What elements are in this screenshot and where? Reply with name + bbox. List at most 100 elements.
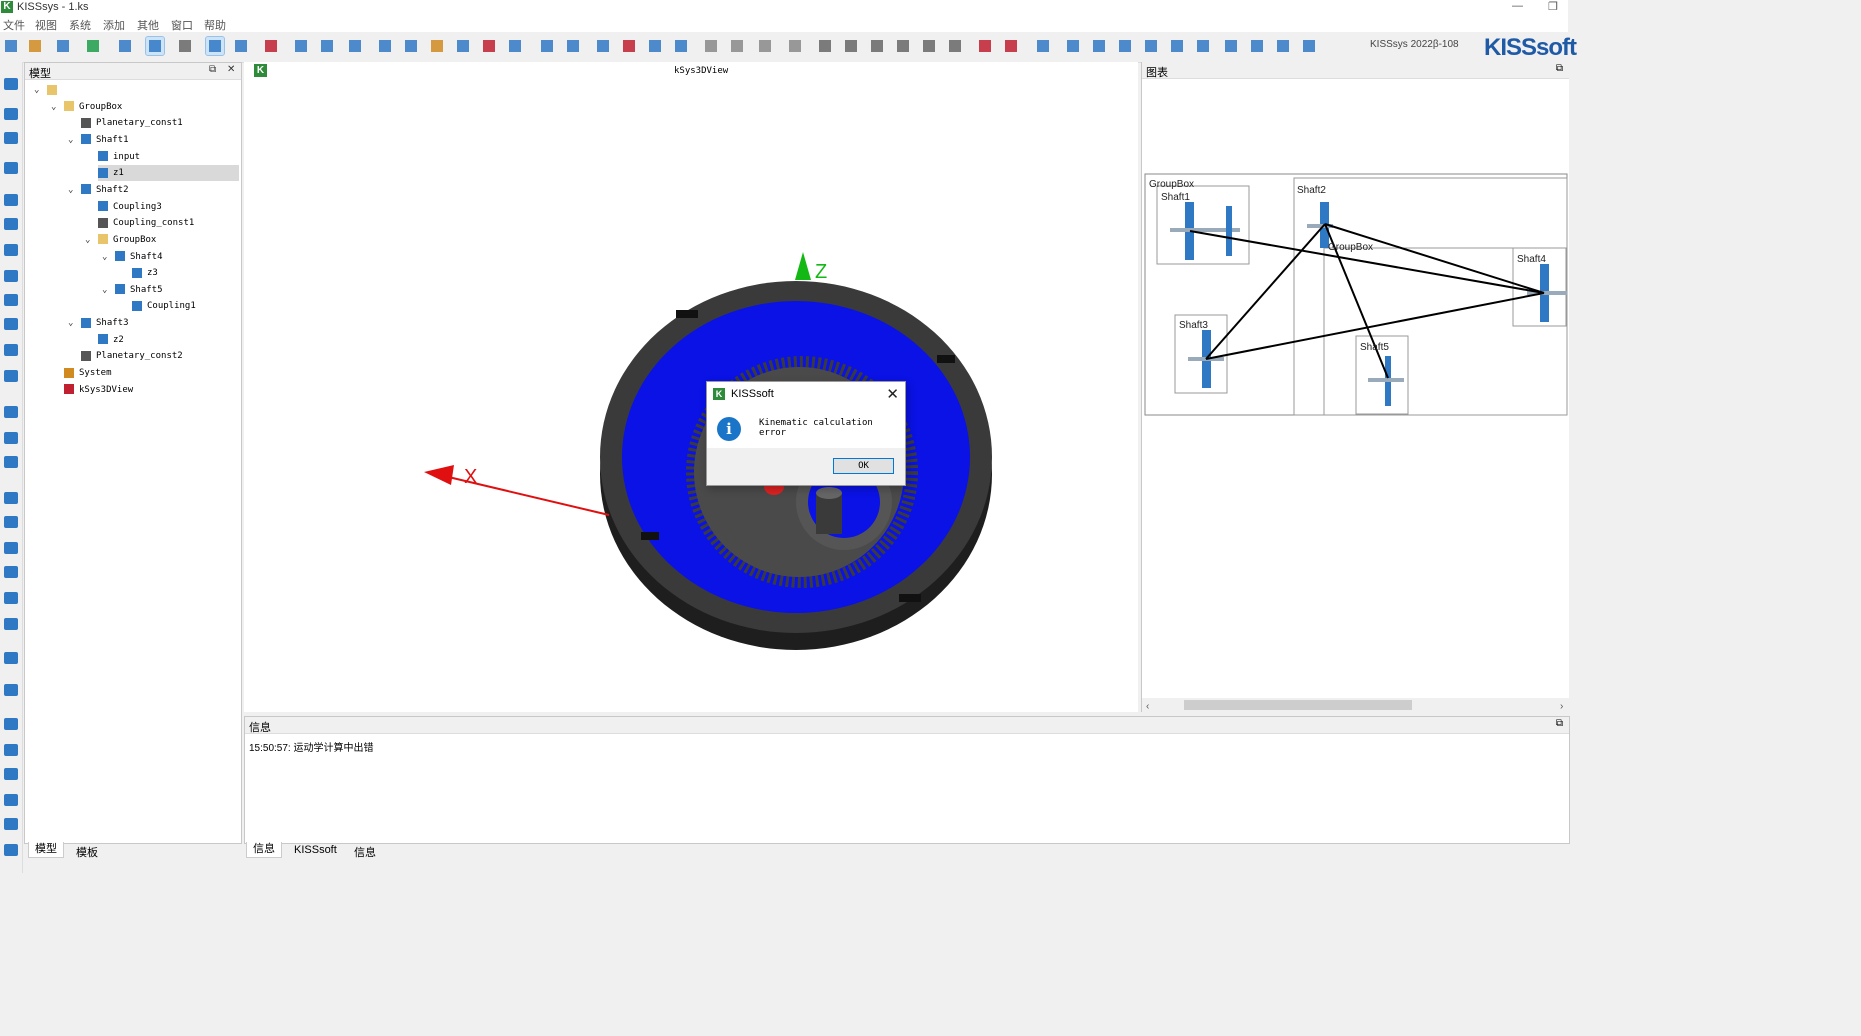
tree-item[interactable]: Planetary_const1 <box>81 115 239 131</box>
toolbar-button[interactable] <box>756 37 774 55</box>
scrollbar-thumb[interactable] <box>1184 700 1412 710</box>
toolbar-button[interactable] <box>1090 37 1108 55</box>
toolbar-button[interactable] <box>564 37 582 55</box>
element-tool-icon[interactable] <box>4 406 18 418</box>
minimize-button[interactable]: — <box>1512 0 1523 12</box>
toolbar-button[interactable] <box>54 37 72 55</box>
toolbar-button[interactable] <box>538 37 556 55</box>
tab-info-2[interactable]: 信息 <box>354 844 376 860</box>
toolbar-button[interactable] <box>480 37 498 55</box>
element-tool-icon[interactable] <box>4 592 18 604</box>
toolbar-button[interactable] <box>376 37 394 55</box>
element-tool-icon[interactable] <box>4 456 18 468</box>
element-tool-icon[interactable] <box>4 684 18 696</box>
chevron-down-icon[interactable]: ⌄ <box>34 82 39 98</box>
menu-other[interactable]: 其他 <box>137 17 159 33</box>
toolbar-button[interactable] <box>728 37 746 55</box>
element-tool-icon[interactable] <box>4 768 18 780</box>
tree-item[interactable]: kSys3DView <box>64 382 239 398</box>
toolbar-button[interactable] <box>868 37 886 55</box>
toolbar-button[interactable] <box>594 37 612 55</box>
menu-view[interactable]: 视图 <box>35 17 57 33</box>
toolbar-button[interactable] <box>292 37 310 55</box>
tree-item[interactable]: ⌄ GroupBox <box>51 99 239 115</box>
tree-item[interactable]: ⌄ Shaft5 <box>102 282 239 298</box>
pin-icon[interactable]: ⧉ <box>1556 63 1563 74</box>
tree-item[interactable]: ⌄ Shaft4 <box>102 249 239 265</box>
tree-item[interactable]: Coupling3 <box>98 199 239 215</box>
ok-button[interactable]: OK <box>833 458 894 474</box>
tree-item[interactable]: ⌄ Shaft2 <box>68 182 239 198</box>
element-tool-icon[interactable] <box>4 132 18 144</box>
toolbar-button[interactable] <box>454 37 472 55</box>
element-tool-icon[interactable] <box>4 318 18 330</box>
toolbar-button[interactable] <box>1168 37 1186 55</box>
tree-item[interactable]: ⌄ Shaft1 <box>68 132 239 148</box>
tree-item[interactable]: Coupling_const1 <box>98 215 239 231</box>
chevron-down-icon[interactable]: ⌄ <box>68 182 73 198</box>
menu-help[interactable]: 帮助 <box>204 17 226 33</box>
chevron-down-icon[interactable]: ⌄ <box>51 99 56 115</box>
tree-item[interactable]: ⌄ Shaft3 <box>68 315 239 331</box>
toolbar-button[interactable] <box>946 37 964 55</box>
element-tool-icon[interactable] <box>4 270 18 282</box>
toolbar-button[interactable] <box>1222 37 1240 55</box>
toolbar-button[interactable] <box>232 37 250 55</box>
toolbar-button[interactable] <box>816 37 834 55</box>
tab-kisssoft[interactable]: KISSsoft <box>294 844 337 856</box>
tree-item[interactable]: Coupling1 <box>132 298 239 314</box>
element-tool-icon[interactable] <box>4 108 18 120</box>
menu-file[interactable]: 文件 <box>3 17 25 33</box>
element-tool-icon[interactable] <box>4 294 18 306</box>
toolbar-button[interactable] <box>1274 37 1292 55</box>
toolbar-button[interactable] <box>620 37 638 55</box>
chevron-down-icon[interactable]: ⌄ <box>102 282 107 298</box>
tree-item[interactable]: System <box>64 365 239 381</box>
3d-view[interactable]: K kSys3DView X Z <box>244 62 1138 712</box>
toolbar-button[interactable] <box>116 37 134 55</box>
toolbar-button[interactable] <box>1034 37 1052 55</box>
toolbar-button[interactable] <box>428 37 446 55</box>
toolbar-button[interactable] <box>786 37 804 55</box>
toolbar-button[interactable] <box>84 37 102 55</box>
toolbar-button[interactable] <box>976 37 994 55</box>
toolbar-button[interactable] <box>702 37 720 55</box>
tree-item[interactable]: z1 <box>98 165 239 182</box>
toolbar-button[interactable] <box>402 37 420 55</box>
toolbar-button[interactable] <box>205 36 225 56</box>
element-tool-icon[interactable] <box>4 744 18 756</box>
toolbar-button[interactable] <box>1194 37 1212 55</box>
toolbar-button[interactable] <box>26 37 44 55</box>
toolbar-button[interactable] <box>1002 37 1020 55</box>
menu-add[interactable]: 添加 <box>103 17 125 33</box>
element-tool-icon[interactable] <box>4 566 18 578</box>
dialog-close-button[interactable]: ✕ <box>886 385 899 403</box>
element-tool-icon[interactable] <box>4 218 18 230</box>
toolbar-button[interactable] <box>145 36 165 56</box>
chevron-down-icon[interactable]: ⌄ <box>102 249 107 265</box>
3d-scene[interactable]: X Z <box>244 62 1138 712</box>
toolbar-button[interactable] <box>646 37 664 55</box>
tree-item[interactable]: ⌄ GroupBox <box>85 232 239 248</box>
tab-template[interactable]: 模板 <box>76 844 98 860</box>
toolbar-button[interactable] <box>506 37 524 55</box>
element-tool-icon[interactable] <box>4 618 18 630</box>
tree-item[interactable]: z2 <box>98 332 239 348</box>
system-diagram[interactable]: ‹ › <box>1142 78 1569 712</box>
element-tool-icon[interactable] <box>4 818 18 830</box>
toolbar-button[interactable] <box>672 37 690 55</box>
tree-item[interactable]: input <box>98 149 239 165</box>
toolbar-button[interactable] <box>318 37 336 55</box>
chevron-down-icon[interactable]: ⌄ <box>68 315 73 331</box>
element-tool-icon[interactable] <box>4 78 18 90</box>
close-icon[interactable]: ✕ <box>227 64 235 75</box>
scroll-right-icon[interactable]: › <box>1560 701 1563 712</box>
toolbar-button[interactable] <box>1064 37 1082 55</box>
element-tool-icon[interactable] <box>4 492 18 504</box>
toolbar-button[interactable] <box>2 37 20 55</box>
scroll-left-icon[interactable]: ‹ <box>1146 701 1149 712</box>
toolbar-button[interactable] <box>176 37 194 55</box>
tab-info[interactable]: 信息 <box>246 842 282 858</box>
chevron-down-icon[interactable]: ⌄ <box>85 232 90 248</box>
toolbar-button[interactable] <box>1300 37 1318 55</box>
